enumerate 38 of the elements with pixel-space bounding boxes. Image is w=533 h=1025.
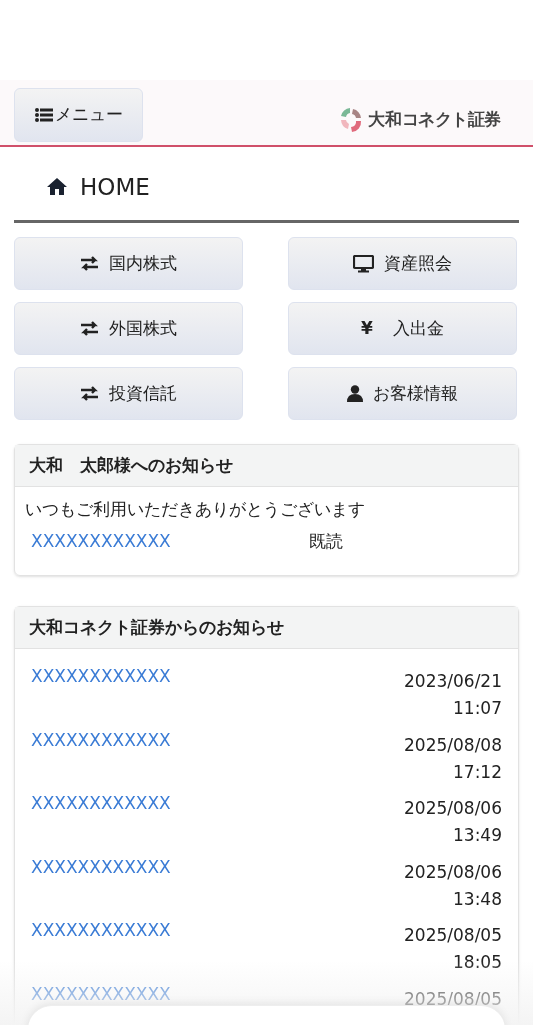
yen-icon: ¥	[361, 315, 373, 342]
notice-link[interactable]: XXXXXXXXXXXX	[31, 729, 171, 793]
card-header: 大和コネクト証券からのお知らせ	[15, 607, 518, 649]
nav-button[interactable]: 外国株式	[14, 302, 243, 355]
notice-time: 11:07	[453, 697, 502, 720]
notice-link[interactable]: XXXXXXXXXXXX	[31, 666, 171, 730]
exchange-icon	[80, 321, 99, 336]
read-status: 既読	[309, 529, 343, 553]
nav-button[interactable]: ¥ 入出金	[288, 302, 517, 355]
person-icon	[347, 385, 363, 402]
logo-text: 大和コネクト証券	[368, 108, 501, 132]
notice-time: 17:12	[453, 760, 502, 784]
home-icon	[46, 177, 68, 196]
notice-link[interactable]: XXXXXXXXXXXX	[31, 856, 171, 920]
list-icon	[34, 108, 53, 122]
nav-button[interactable]: 資産照会	[288, 237, 517, 290]
notice-message: いつもご利用いただきありがとうございます	[24, 498, 366, 521]
nav-button[interactable]: 国内株式	[14, 237, 243, 290]
exchange-icon	[80, 386, 99, 401]
nav-button[interactable]: 投資信託	[14, 367, 243, 420]
notice-date: 2025/08/06	[404, 860, 502, 884]
page-title: HOME	[80, 173, 150, 201]
notice-date: 2025/08/05	[404, 924, 502, 947]
card-header: 大和 太郎様へのお知らせ	[15, 445, 518, 487]
monitor-icon	[353, 254, 374, 273]
exchange-icon	[80, 256, 99, 271]
notice-link[interactable]: XXXXXXXXXXXX	[31, 793, 171, 857]
notice-link[interactable]: XXXXXXXXXXXX	[31, 920, 171, 984]
notice-link[interactable]: XXXXXXXXXXXX	[31, 528, 309, 554]
notice-time: 18:05	[453, 951, 502, 974]
nav-button[interactable]: お客様情報	[288, 367, 517, 420]
menu-button[interactable]: メニュー	[14, 88, 143, 142]
notice-date: 2023/06/21	[404, 670, 502, 693]
notice-date: 2025/08/06	[404, 797, 502, 820]
notice-date: 2025/08/08	[404, 733, 502, 757]
notice-date: 2025/08/05	[404, 987, 502, 1011]
notice-time: 13:48	[453, 887, 502, 911]
notice-time: 13:49	[453, 824, 502, 847]
